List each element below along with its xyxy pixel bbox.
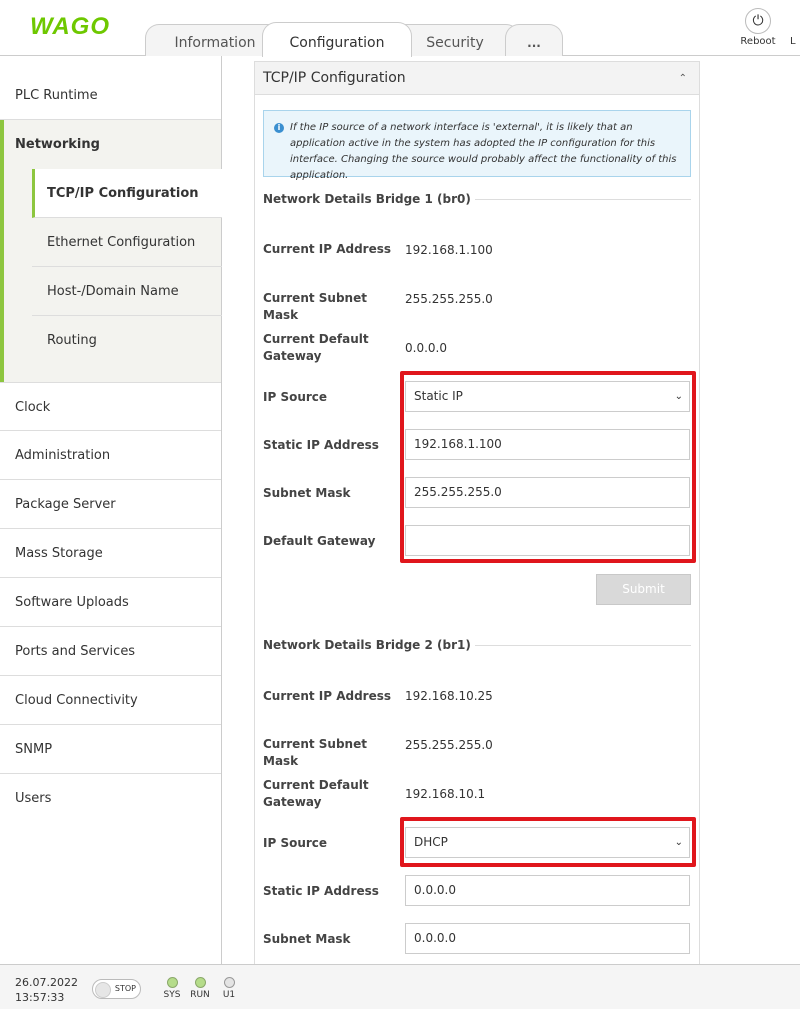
- sidebar-item-ports-and-services[interactable]: Ports and Services: [0, 627, 221, 676]
- logout-button-partial[interactable]: L: [790, 36, 796, 47]
- info-icon: i: [274, 123, 284, 133]
- panel-title: TCP/IP Configuration: [263, 70, 406, 86]
- bridge1-static-ip-label: Static IP Address: [263, 438, 379, 452]
- sidebar-item-software-uploads[interactable]: Software Uploads: [0, 578, 221, 627]
- time-text: 13:57:33: [15, 991, 65, 1004]
- bridge1-gateway-input[interactable]: [405, 525, 690, 556]
- led-indicator: [223, 977, 235, 988]
- led-u1: U1: [219, 977, 239, 1000]
- bridge1-subnet-input[interactable]: 255.255.255.0: [405, 477, 690, 508]
- led-label: U1: [222, 990, 236, 1000]
- sidebar-nav: PLC Runtime Networking TCP/IP Configurat…: [0, 56, 222, 964]
- bridge1-ip-source-value: Static IP: [414, 389, 463, 403]
- led-indicator: [194, 977, 206, 988]
- sidebar-item-package-server[interactable]: Package Server: [0, 480, 221, 529]
- bridge2-current-ip-value: 192.168.10.25: [405, 689, 493, 703]
- bridge2-static-ip-label: Static IP Address: [263, 884, 379, 898]
- sidebar-item-host-domain-name[interactable]: Host-/Domain Name: [32, 267, 222, 316]
- bridge1-current-ip-label: Current IP Address: [263, 242, 392, 256]
- sidebar-group-networking: Networking TCP/IP Configuration Ethernet…: [0, 120, 222, 382]
- chevron-down-icon: ⌄: [674, 391, 683, 402]
- bridge2-current-gateway-value: 192.168.10.1: [405, 787, 486, 801]
- bridge2-current-mask-label: Current Subnet Mask: [263, 737, 367, 768]
- panel-header[interactable]: TCP/IP Configuration ⌃: [255, 62, 699, 95]
- reboot-button[interactable]: ⏻ Reboot: [738, 8, 778, 47]
- tcpip-config-panel: TCP/IP Configuration ⌃ i If the IP sourc…: [254, 61, 700, 981]
- tab-configuration[interactable]: Configuration: [262, 22, 412, 57]
- bridge1-gateway-label: Default Gateway: [263, 534, 376, 548]
- bridge2-current-mask-value: 255.255.255.0: [405, 738, 493, 752]
- chevron-up-icon[interactable]: ⌃: [679, 62, 687, 95]
- sidebar-item-mass-storage[interactable]: Mass Storage: [0, 529, 221, 578]
- bridge2-ip-source-value: DHCP: [414, 835, 448, 849]
- bridge2-ip-source-label: IP Source: [263, 836, 328, 850]
- top-header: WAGO Information Security ... Configurat…: [0, 0, 800, 57]
- bridge1-current-gateway-label: Current Default Gateway: [263, 332, 369, 363]
- bridge1-current-mask-value: 255.255.255.0: [405, 292, 493, 306]
- datetime: 26.07.2022 13:57:33: [15, 975, 78, 1005]
- sidebar-item-cloud-connectivity[interactable]: Cloud Connectivity: [0, 676, 221, 725]
- tab-more[interactable]: ...: [505, 24, 563, 56]
- bridge1-ip-source-select[interactable]: Static IP ⌄: [405, 381, 690, 412]
- bridge2-subnet-label: Subnet Mask: [263, 932, 351, 946]
- wago-logo: WAGO: [30, 13, 110, 40]
- sidebar-item-plc-runtime[interactable]: PLC Runtime: [0, 71, 221, 120]
- status-footer: 26.07.2022 13:57:33 STOP SYS RUN U1: [0, 964, 800, 1009]
- bridge1-current-ip-value: 192.168.1.100: [405, 243, 493, 257]
- led-label: SYS: [163, 990, 181, 1000]
- sidebar-item-snmp[interactable]: SNMP: [0, 725, 221, 774]
- led-sys: SYS: [162, 977, 182, 1000]
- sidebar-item-ethernet-configuration[interactable]: Ethernet Configuration: [32, 218, 222, 267]
- info-notice: i If the IP source of a network interfac…: [263, 110, 691, 181]
- run-stop-switch[interactable]: STOP: [92, 979, 141, 999]
- sidebar-item-routing[interactable]: Routing: [32, 316, 222, 365]
- bridge2-static-ip-input[interactable]: 0.0.0.0: [405, 875, 690, 906]
- led-run: RUN: [190, 977, 210, 1000]
- bridge1-current-mask-label: Current Subnet Mask: [263, 291, 367, 322]
- bridge1-ip-source-label: IP Source: [263, 390, 328, 404]
- sidebar-item-clock[interactable]: Clock: [0, 382, 221, 431]
- chevron-down-icon: ⌄: [674, 837, 683, 848]
- power-icon: ⏻: [745, 8, 771, 34]
- bridge2-title: Network Details Bridge 2 (br1): [263, 638, 475, 652]
- bridge2-current-ip-label: Current IP Address: [263, 689, 392, 703]
- bridge1-title: Network Details Bridge 1 (br0): [263, 192, 475, 206]
- led-label: RUN: [190, 990, 210, 1000]
- sidebar-item-tcpip-configuration[interactable]: TCP/IP Configuration: [32, 169, 222, 218]
- submit-button[interactable]: Submit: [596, 574, 691, 605]
- sidebar-item-users[interactable]: Users: [0, 774, 221, 823]
- bridge2-current-gateway-label: Current Default Gateway: [263, 778, 369, 809]
- bridge2-ip-source-select[interactable]: DHCP ⌄: [405, 827, 690, 858]
- reboot-label: Reboot: [740, 36, 776, 47]
- date-text: 26.07.2022: [15, 976, 78, 989]
- bridge1-subnet-label: Subnet Mask: [263, 486, 351, 500]
- bridge2-subnet-input[interactable]: 0.0.0.0: [405, 923, 690, 954]
- led-indicator: [166, 977, 178, 988]
- sidebar-item-networking[interactable]: Networking: [15, 120, 100, 169]
- sidebar-item-administration[interactable]: Administration: [0, 431, 221, 480]
- notice-text: If the IP source of a network interface …: [290, 122, 677, 181]
- bridge1-current-gateway-value: 0.0.0.0: [405, 341, 447, 355]
- bridge1-static-ip-input[interactable]: 192.168.1.100: [405, 429, 690, 460]
